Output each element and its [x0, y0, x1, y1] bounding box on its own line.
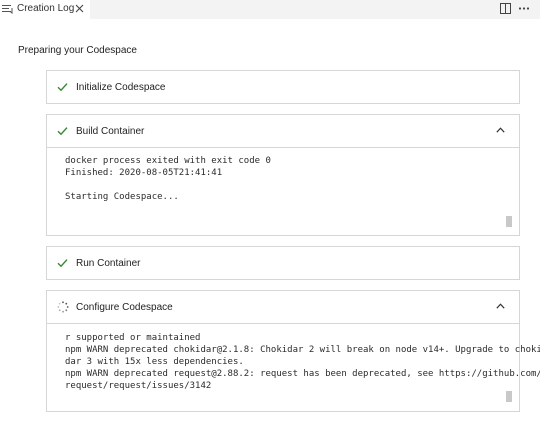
- step-header[interactable]: Configure Codespace: [47, 291, 519, 323]
- scrollbar-thumb[interactable]: [506, 391, 512, 402]
- page-heading: Preparing your Codespace: [18, 45, 137, 56]
- step-title: Run Container: [76, 258, 141, 269]
- step-initialize-codespace: Initialize Codespace: [46, 70, 520, 104]
- chevron-up-icon[interactable]: [496, 127, 505, 133]
- step-build-container: Build Container docker process exited wi…: [46, 114, 520, 236]
- log-output: docker process exited with exit code 0 F…: [47, 147, 519, 235]
- scrollbar-thumb[interactable]: [506, 216, 512, 227]
- spinner-icon: [57, 301, 69, 313]
- step-title: Configure Codespace: [76, 302, 173, 313]
- check-icon: [57, 259, 68, 268]
- log-text: r supported or maintained npm WARN depre…: [65, 333, 540, 391]
- editor-tab-bar: Creation Log: [0, 0, 540, 19]
- step-configure-codespace: Configure Codespace r supported or maint…: [46, 290, 540, 412]
- step-header[interactable]: Run Container: [47, 247, 519, 279]
- log-output: r supported or maintained npm WARN depre…: [47, 323, 540, 411]
- chevron-up-icon[interactable]: [496, 303, 505, 309]
- log-text: docker process exited with exit code 0 F…: [65, 156, 271, 202]
- check-icon: [57, 83, 68, 92]
- step-header[interactable]: Initialize Codespace: [47, 71, 519, 103]
- close-icon[interactable]: [74, 3, 85, 14]
- check-icon: [57, 127, 68, 136]
- more-actions-icon[interactable]: [517, 2, 531, 15]
- output-icon: [2, 5, 13, 15]
- step-title: Initialize Codespace: [76, 82, 166, 93]
- step-header[interactable]: Build Container: [47, 115, 519, 147]
- tab-creation-log[interactable]: Creation Log: [0, 0, 90, 19]
- step-run-container: Run Container: [46, 246, 520, 280]
- split-editor-icon[interactable]: [499, 2, 512, 15]
- step-title: Build Container: [76, 126, 145, 137]
- tab-label: Creation Log: [17, 3, 75, 14]
